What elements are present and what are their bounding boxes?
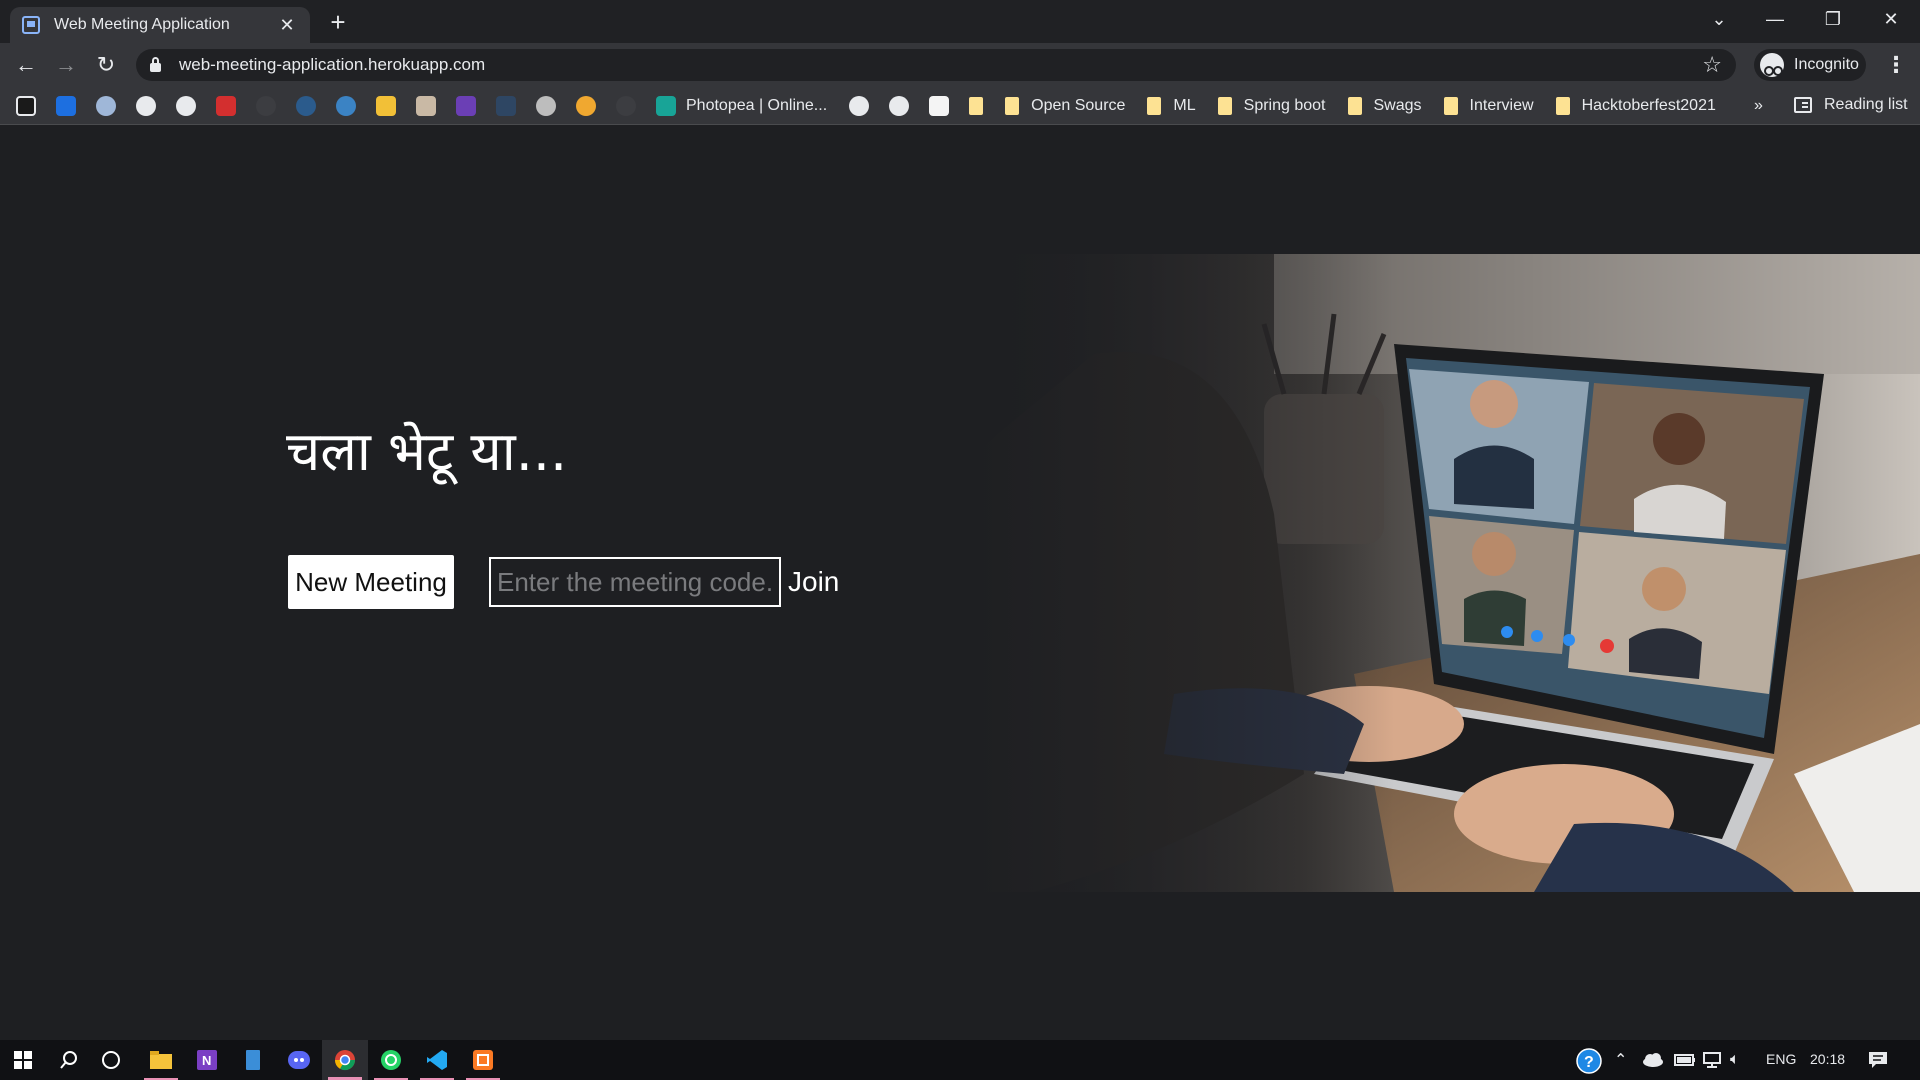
- tray-chevron-up-icon[interactable]: ⌃: [1614, 1050, 1627, 1070]
- reading-list-icon: [1794, 97, 1812, 113]
- bookmark-star-icon[interactable]: ☆: [1702, 52, 1722, 78]
- search-icon[interactable]: [46, 1040, 92, 1080]
- bookmark-label: Interview: [1469, 96, 1534, 114]
- bookmark-label: Swags: [1373, 96, 1422, 114]
- incognito-profile-button[interactable]: Incognito: [1754, 49, 1866, 81]
- code-bookmark-icon[interactable]: [496, 95, 516, 116]
- browser-window: Web Meeting Application ✕ + ⌄ — ❐ ✕ ← → …: [0, 0, 1920, 1080]
- tab-web-meeting[interactable]: Web Meeting Application ✕: [10, 7, 310, 43]
- folder-icon: [1005, 96, 1020, 115]
- address-bar[interactable]: web-meeting-application.herokuapp.com ☆: [136, 49, 1736, 81]
- globe-bookmark-icon[interactable]: [136, 95, 156, 116]
- notification-center-icon[interactable]: [1868, 1051, 1888, 1074]
- github-bookmark-icon-2[interactable]: [849, 95, 870, 116]
- avatar-bookmark-icon[interactable]: [96, 95, 116, 116]
- menu-kebab-icon[interactable]: ⋮: [1880, 49, 1912, 81]
- join-button[interactable]: Join: [788, 566, 839, 598]
- new-meeting-button[interactable]: New Meeting: [288, 555, 454, 609]
- cortana-icon[interactable]: [88, 1040, 134, 1080]
- close-window-icon[interactable]: ✕: [1868, 0, 1914, 38]
- folder-icon[interactable]: [969, 96, 984, 115]
- folder-icon: [1555, 96, 1570, 115]
- clock[interactable]: 20:18: [1810, 1051, 1845, 1067]
- eye-bookmark-icon[interactable]: [336, 95, 356, 116]
- notepad-icon[interactable]: [230, 1040, 276, 1080]
- incognito-icon: [1760, 53, 1784, 77]
- windows-start-icon[interactable]: [0, 1040, 46, 1080]
- photopea-icon: [656, 95, 676, 116]
- reading-list-label: Reading list: [1824, 96, 1908, 113]
- bookmark-folder-ml[interactable]: ML: [1147, 96, 1196, 115]
- tab-strip: Web Meeting Application ✕ + ⌄ — ❐ ✕: [0, 0, 1920, 43]
- svg-text:?: ?: [1584, 1054, 1594, 1071]
- github-dark-bookmark-icon[interactable]: [256, 95, 276, 116]
- brush-bookmark-icon[interactable]: [376, 95, 396, 116]
- portrait-bookmark-icon[interactable]: [416, 95, 436, 116]
- github-bookmark-icon[interactable]: [176, 95, 196, 116]
- globe-bookmark-icon-2[interactable]: [889, 95, 910, 116]
- folder-icon: [1347, 96, 1362, 115]
- bookmark-label: Spring boot: [1243, 96, 1326, 114]
- lock-icon: [150, 56, 161, 72]
- restore-icon[interactable]: ❐: [1810, 0, 1856, 38]
- chrome-icon[interactable]: [322, 1040, 368, 1080]
- video-call-laptop-illustration: [974, 254, 1920, 892]
- onedrive-cloud-icon[interactable]: [1642, 1053, 1664, 1072]
- page-heading: चला भेटू या...: [286, 420, 568, 483]
- pdf-bookmark-icon[interactable]: [216, 95, 236, 116]
- bookmark-folder-hacktoberfest[interactable]: Hacktoberfest2021: [1555, 96, 1716, 115]
- bookmark-label: Photopea | Online...: [686, 96, 828, 114]
- whatsapp-icon[interactable]: [368, 1040, 414, 1080]
- reload-icon[interactable]: ↻: [90, 49, 122, 81]
- onenote-icon[interactable]: N: [184, 1040, 230, 1080]
- folder-icon: [1443, 96, 1458, 115]
- discord-icon[interactable]: [276, 1040, 322, 1080]
- svg-text:N: N: [202, 1053, 211, 1068]
- xampp-icon[interactable]: [460, 1040, 506, 1080]
- bookmark-folder-interview[interactable]: Interview: [1443, 96, 1534, 115]
- reading-list-button[interactable]: Reading list: [1794, 96, 1908, 114]
- cloud-bookmark-icon[interactable]: [296, 95, 316, 116]
- bookmark-photopea[interactable]: Photopea | Online...: [656, 95, 828, 116]
- minimize-icon[interactable]: —: [1752, 0, 1798, 38]
- new-tab-button[interactable]: +: [322, 7, 354, 39]
- browser-toolbar: ← → ↻ web-meeting-application.herokuapp.…: [0, 43, 1920, 87]
- tab-search-icon[interactable]: ⌄: [1696, 0, 1742, 38]
- close-tab-icon[interactable]: ✕: [276, 15, 298, 36]
- bluetooth-bookmark-icon[interactable]: [56, 95, 76, 116]
- network-icon[interactable]: [1702, 1052, 1722, 1073]
- folder-icon: [1147, 96, 1162, 115]
- github-dark-bookmark-icon-2[interactable]: [616, 95, 636, 116]
- bookmark-label: Hacktoberfest2021: [1581, 96, 1716, 114]
- meeting-code-input[interactable]: [489, 557, 781, 607]
- angular-bookmark-icon[interactable]: [16, 95, 36, 116]
- database-bookmark-icon[interactable]: [536, 95, 556, 116]
- back-arrow-icon[interactable]: ←: [10, 49, 42, 81]
- meeting-landing-page: चला भेटू या... New Meeting Join: [0, 126, 1920, 1040]
- file-explorer-icon[interactable]: [138, 1040, 184, 1080]
- bookmark-label: Open Source: [1031, 96, 1126, 114]
- gear-bookmark-icon[interactable]: [576, 95, 596, 116]
- cg-bookmark-icon[interactable]: [456, 95, 476, 116]
- bookmark-folder-swags[interactable]: Swags: [1347, 96, 1422, 115]
- url-text: web-meeting-application.herokuapp.com: [179, 55, 486, 74]
- bookmark-folder-spring-boot[interactable]: Spring boot: [1217, 96, 1326, 115]
- windows-taskbar: N ? ⌃ 🔈︎ ENG 20:18: [0, 1040, 1920, 1080]
- incognito-label: Incognito: [1794, 56, 1859, 73]
- trello-bookmark-icon[interactable]: [929, 95, 950, 116]
- bookmarks-overflow-chevron-icon[interactable]: »: [1754, 97, 1763, 115]
- language-indicator[interactable]: ENG: [1766, 1051, 1796, 1067]
- bookmark-label: ML: [1173, 96, 1196, 114]
- bookmark-folder-open-source[interactable]: Open Source: [1005, 96, 1126, 115]
- battery-icon[interactable]: [1674, 1053, 1696, 1072]
- help-icon[interactable]: ?: [1576, 1048, 1602, 1079]
- folder-icon: [1217, 96, 1232, 115]
- forward-arrow-icon[interactable]: →: [50, 49, 82, 81]
- monitor-favicon-icon: [22, 16, 40, 34]
- bookmarks-bar: Photopea | Online... Open Source ML Spri…: [0, 87, 1920, 125]
- volume-icon[interactable]: 🔈︎: [1730, 1051, 1740, 1069]
- vscode-icon[interactable]: [414, 1040, 460, 1080]
- tab-title: Web Meeting Application: [54, 16, 230, 33]
